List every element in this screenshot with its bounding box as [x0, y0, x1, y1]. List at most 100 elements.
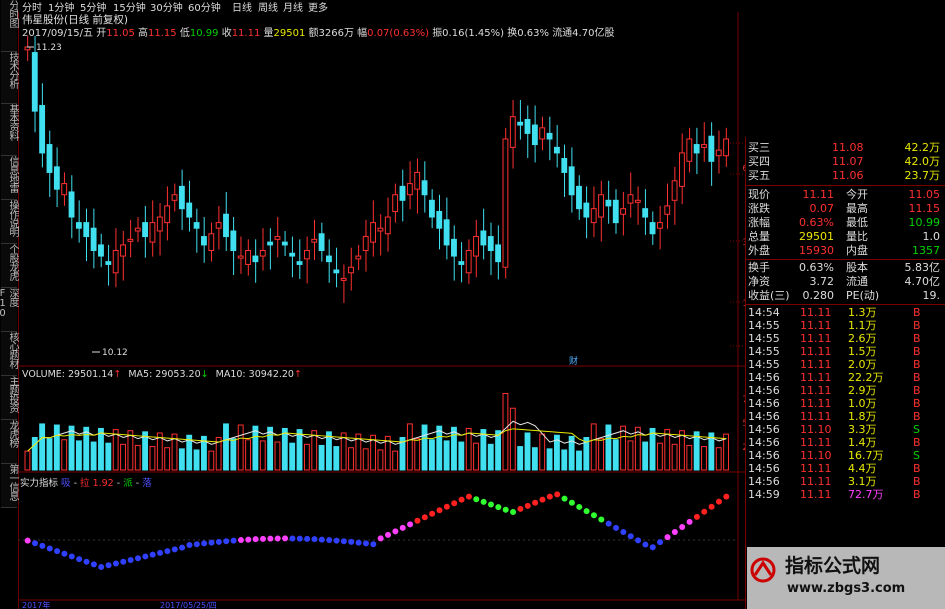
indicator-dot	[679, 523, 686, 530]
tick-row: 14:55 11.11 2.0万 B	[748, 358, 944, 371]
stat-label: 涨幅	[748, 216, 770, 229]
tick-row: 14:56 11.10 3.3万 S	[748, 423, 944, 436]
stat-label: 收益(三)	[748, 289, 790, 302]
candle-body	[186, 202, 193, 218]
stat-value: 0.63%	[799, 261, 834, 274]
volume-label: VOLUME: 29501.14	[22, 369, 114, 380]
tick-time: 14:54	[748, 306, 780, 319]
tick-time: 14:56	[748, 475, 780, 488]
indicator-dot	[568, 499, 575, 506]
indicator-dot	[362, 540, 369, 547]
stat-row: 净资 3.72 流通 4.70亿	[748, 275, 944, 289]
tick-volume: 22.2万	[848, 371, 884, 384]
indicator-dot	[583, 508, 590, 515]
indicator-dot	[157, 549, 164, 556]
tick-time: 14:56	[748, 384, 780, 397]
ind-d: 落	[142, 478, 152, 489]
ind-c: 派	[123, 478, 133, 489]
indicator-dot	[311, 536, 318, 543]
indicator-dot	[355, 539, 362, 546]
tick-price: 11.11	[800, 436, 832, 449]
ask-price: 11.07	[832, 155, 864, 168]
indicator-dot	[443, 503, 450, 510]
volume-bar	[701, 446, 707, 471]
indicator-dot	[495, 504, 502, 511]
tick-price: 11.10	[800, 449, 832, 462]
volume-bar	[524, 432, 531, 471]
indicator-dot	[68, 553, 75, 560]
indicator-dot	[348, 538, 355, 545]
tick-volume: 2.6万	[848, 332, 877, 345]
volume-bar	[237, 424, 244, 471]
candle-body	[355, 255, 362, 260]
ind-b: 拉	[80, 478, 90, 489]
tick-price: 11.11	[800, 371, 832, 384]
tick-price: 11.11	[800, 397, 832, 410]
indicator-dot	[32, 540, 39, 547]
indicator-dot	[510, 509, 517, 515]
candle-body	[259, 249, 266, 257]
volume-bar	[664, 429, 671, 471]
indicator-dot	[517, 505, 524, 512]
candle-body	[362, 236, 369, 251]
candle-body	[75, 222, 82, 229]
tick-time: 14:56	[748, 397, 780, 410]
volume-bar	[428, 439, 435, 471]
indicator-dot	[539, 496, 546, 503]
volume-bar	[649, 427, 656, 471]
tick-price: 11.11	[800, 384, 832, 397]
indicator-dot	[502, 506, 509, 513]
quote-panel: 买三 11.08 42.2万 买四 11.07 42.0万 买五 11.06 23.7万 现价 11…	[745, 137, 945, 609]
x-date-label: 2017/05/25/四	[160, 601, 217, 609]
indicator-dot	[260, 535, 267, 542]
candle-body	[318, 233, 325, 251]
stat-label: 量比	[846, 230, 868, 243]
tick-side: B	[913, 488, 921, 501]
volume-bar	[686, 444, 693, 471]
tick-volume: 3.1万	[848, 475, 877, 488]
candle-body	[708, 135, 715, 162]
candle-body	[384, 216, 391, 235]
indicator-dot	[304, 535, 311, 542]
indicator-dot	[524, 502, 531, 509]
candle-body	[495, 244, 502, 263]
volume-series	[24, 393, 729, 471]
low-price-label: 10.12	[102, 348, 128, 358]
tick-volume: 1.3万	[848, 306, 877, 319]
indicator-dot	[39, 542, 46, 549]
indicator-legend: 实力指标 吸 - 拉 1.92 - 派 - 落	[20, 478, 152, 489]
indicator-dot	[46, 545, 53, 552]
indicator-dot	[664, 534, 671, 541]
indicator-dot	[554, 491, 561, 498]
stat-row: 外盘 15930 内盘 1357	[748, 244, 944, 258]
volume-bar	[465, 427, 472, 471]
tick-row: 14:56 11.11 1.8万 B	[748, 410, 944, 423]
volume-bar	[46, 438, 53, 471]
indicator-dot	[451, 500, 458, 507]
indicator-dot	[723, 493, 730, 500]
volume-bar	[458, 441, 465, 471]
stat-label: PE(动)	[846, 289, 880, 302]
candle-body	[68, 191, 75, 218]
candle-body	[134, 227, 141, 232]
high-price-label: 11.23	[36, 43, 62, 53]
candle-body	[451, 238, 457, 257]
volume-bar	[679, 430, 685, 471]
stat-value: 11.15	[908, 202, 941, 215]
tick-time: 14:55	[748, 358, 780, 371]
tick-time: 14:56	[748, 410, 780, 423]
stat-value: 0.07	[809, 202, 835, 215]
indicator-dot	[208, 539, 215, 546]
tick-time: 14:56	[748, 423, 780, 436]
volume-bar	[517, 446, 524, 471]
stat-label: 今开	[846, 188, 868, 201]
indicator-dot	[149, 551, 156, 558]
stat-value: 15930	[799, 244, 834, 257]
quote-separator	[746, 185, 945, 186]
tick-time: 14:55	[748, 332, 780, 345]
tick-price: 11.11	[800, 410, 832, 423]
tick-price: 11.11	[800, 345, 832, 358]
candle-body	[671, 180, 678, 201]
indicator-dot	[561, 495, 568, 502]
tick-time: 14:56	[748, 371, 780, 384]
